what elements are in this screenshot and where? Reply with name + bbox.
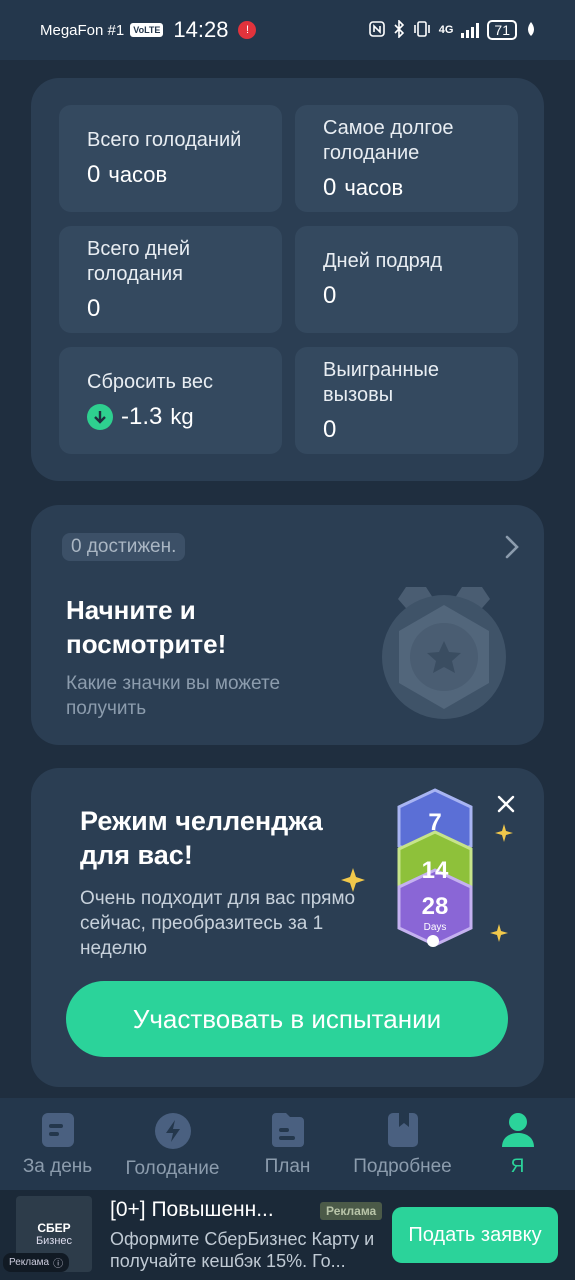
chevron-right-icon[interactable] <box>504 535 520 564</box>
network-type: 4G <box>438 24 454 36</box>
battery-level: 71 <box>494 22 510 38</box>
tab-label: За день <box>22 1156 93 1177</box>
ad-label[interactable]: Реклама ⓘ <box>3 1253 70 1272</box>
tab-plan[interactable]: План <box>230 1098 345 1190</box>
stat-label: Всего дней голодания <box>87 237 191 285</box>
badge-days-unit: Days <box>424 922 447 933</box>
stat-label: Дней подряд <box>323 250 443 272</box>
vibrate-icon <box>413 20 431 40</box>
stat-value: 0 <box>323 415 337 443</box>
achievements-subtitle: Какие значки вы можете получить <box>66 673 281 719</box>
ad-logo-line1: СБЕР <box>37 1220 71 1235</box>
stat-label: Выигранные вызовы <box>323 358 440 406</box>
stat-label: Всего голоданий <box>87 129 242 151</box>
ad-banner[interactable]: СБЕР Бизнес Реклама ⓘ [0+] Повышенн... Р… <box>0 1190 575 1280</box>
ad-title: [0+] Повышенн... <box>110 1198 274 1221</box>
ad-cta-button[interactable]: Подать заявку <box>392 1207 558 1263</box>
challenge-title: Режим челленджа для вас! <box>80 806 323 870</box>
join-challenge-button[interactable]: Участвовать в испытании <box>66 981 508 1057</box>
tab-label: Я <box>510 1156 525 1177</box>
status-bar: MegaFon #1 VoLTE 14:28 ! 4G 71 <box>0 0 575 60</box>
signal-icon <box>461 22 480 38</box>
medal-icon <box>378 585 510 730</box>
stat-longest-fast: Самое долгое голодание 0 часов <box>295 105 518 212</box>
stat-total-days: Всего дней голодания 0 <box>59 226 282 333</box>
ad-badge: Реклама <box>320 1202 383 1220</box>
bottom-tab-bar: За день Голодание План Подробнее Я <box>0 1098 575 1190</box>
tab-more[interactable]: Подробнее <box>345 1098 460 1190</box>
lightning-icon <box>154 1113 191 1149</box>
bluetooth-icon <box>393 18 405 41</box>
achievements-count: 0 достижен. <box>62 533 186 561</box>
tab-label: План <box>264 1156 311 1177</box>
leaf-icon <box>525 21 537 40</box>
stat-streak: Дней подряд 0 <box>295 226 518 333</box>
volte-icon: VoLTE <box>130 23 164 37</box>
tab-label: Голодание <box>125 1158 220 1179</box>
clock: 14:28 <box>173 17 229 42</box>
stat-value: -1.3 kg <box>87 403 282 431</box>
stat-value: 0 <box>323 282 337 309</box>
ad-logo-line2: Бизнес <box>35 1234 73 1247</box>
bookmark-icon <box>387 1113 418 1147</box>
badge-day-7: 7 <box>428 809 441 836</box>
tab-fasting[interactable]: Голодание <box>115 1098 230 1190</box>
battery-icon: 71 <box>487 20 517 40</box>
tab-me[interactable]: Я <box>460 1098 575 1190</box>
ad-text: Оформите СберБизнес Карту и получайте ке… <box>110 1229 375 1271</box>
stat-value: 0 часов <box>87 161 168 188</box>
stat-value: 0 часов <box>323 173 404 201</box>
notification-icon: ! <box>238 21 257 39</box>
stats-card: Всего голоданий 0 часов Самое долгое гол… <box>31 78 544 481</box>
profile-icon <box>501 1113 534 1147</box>
arrow-down-circle-icon <box>87 404 113 430</box>
challenge-subtitle: Очень подходит для вас прямо сейчас, пре… <box>80 888 356 959</box>
stat-label: Самое долгое голодание <box>323 116 454 164</box>
stat-total-fasts: Всего голоданий 0 часов <box>59 105 282 212</box>
stat-challenges-won: Выигранные вызовы 0 <box>295 347 518 454</box>
badge-day-28: 28 <box>422 893 449 920</box>
challenge-badge: 7 14 28 Days <box>341 786 541 966</box>
challenge-card: Режим челленджа для вас! Очень подходит … <box>31 768 544 1087</box>
plan-icon <box>271 1113 304 1147</box>
stat-label: Сбросить вес <box>87 371 213 393</box>
achievements-title: Начните и посмотрите! <box>66 595 227 659</box>
tab-label: Подробнее <box>353 1156 452 1177</box>
carrier-name: MegaFon #1 <box>40 21 125 39</box>
stat-weight-loss: Сбросить вес -1.3 kg <box>59 347 282 454</box>
daily-icon <box>41 1113 74 1147</box>
badge-day-14: 14 <box>422 857 449 884</box>
info-icon: ⓘ <box>53 1259 64 1270</box>
nfc-icon <box>368 20 385 40</box>
stat-value: 0 <box>87 294 101 322</box>
achievements-card[interactable]: 0 достижен. Начните и посмотрите! Какие … <box>31 505 544 745</box>
tab-daily[interactable]: За день <box>0 1098 115 1190</box>
